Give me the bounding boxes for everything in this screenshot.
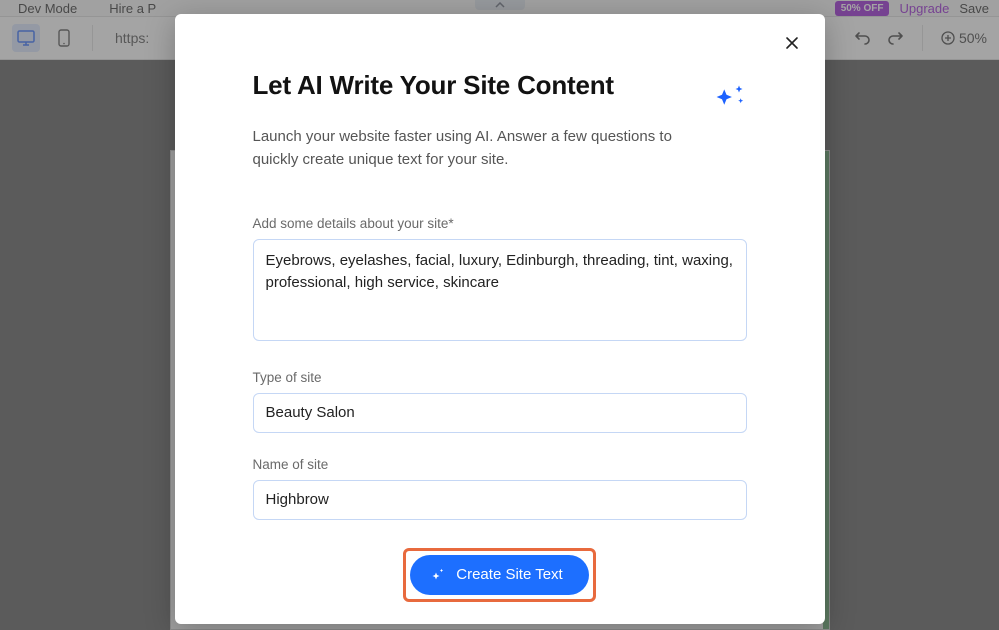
cta-label: Create Site Text	[456, 566, 562, 583]
cta-highlight-box: Create Site Text	[403, 548, 595, 602]
create-site-text-button[interactable]: Create Site Text	[410, 555, 588, 595]
sparkle-icon	[430, 567, 446, 583]
site-name-input[interactable]	[253, 480, 747, 520]
details-label: Add some details about your site*	[253, 216, 747, 231]
type-label: Type of site	[253, 370, 747, 385]
modal-title: Let AI Write Your Site Content	[253, 70, 747, 101]
ai-content-modal: Let AI Write Your Site Content Launch yo…	[175, 14, 825, 624]
site-details-input[interactable]: Eyebrows, eyelashes, facial, luxury, Edi…	[253, 239, 747, 341]
close-icon[interactable]	[785, 36, 799, 55]
name-label: Name of site	[253, 457, 747, 472]
modal-description: Launch your website faster using AI. Ans…	[253, 125, 703, 172]
site-type-input[interactable]	[253, 393, 747, 433]
ai-sparkle-icon	[713, 84, 747, 117]
